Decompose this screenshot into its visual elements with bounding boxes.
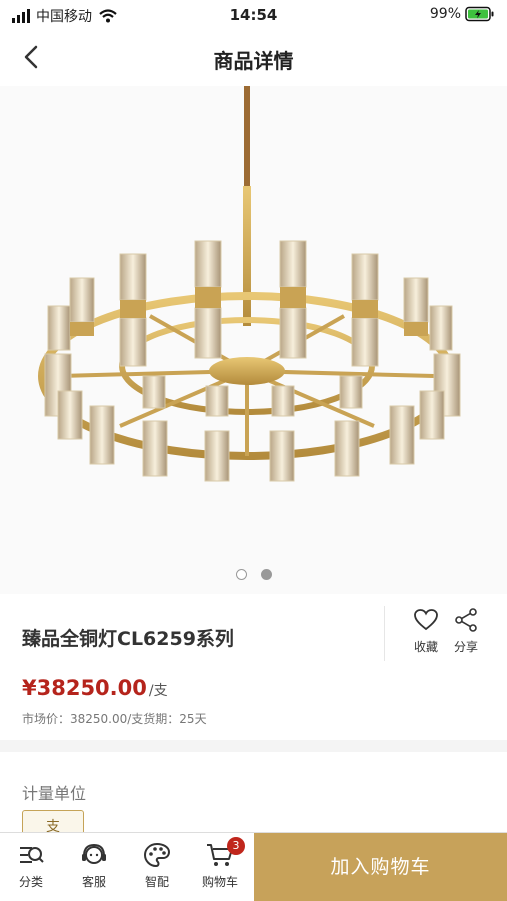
cart-count-badge: 3 [227,837,245,855]
tab-category-label: 分类 [18,875,43,889]
share-icon [455,608,477,632]
product-gallery[interactable] [0,86,507,594]
tab-category[interactable]: 分类 [4,841,58,890]
price-value: ¥38250.00 [22,676,147,700]
tab-smart-match-label: 智配 [144,875,169,889]
palette-icon [143,842,171,868]
price-row: ¥38250.00 /支 [22,676,168,700]
divider [384,606,385,661]
share-button[interactable]: 分享 [446,608,486,655]
gallery-pagination [0,569,507,580]
bottom-action-bar: 分类 客服 智配 购物车 3 加入购物车 [0,832,507,901]
customer-service-icon [82,843,106,864]
pagination-dot-active[interactable] [260,569,272,580]
share-label: 分享 [453,640,478,654]
battery-percent: 99% [429,6,461,22]
tab-customer-service[interactable]: 客服 [67,841,121,890]
tab-cart-label: 购物车 [201,875,238,889]
tab-cart[interactable]: 购物车 3 [193,837,247,890]
category-icon [20,847,44,863]
tab-customer-service-label: 客服 [81,875,106,889]
pagination-dot[interactable] [235,569,247,580]
product-name: 臻品全铜灯CL6259系列 [22,628,234,650]
price-unit: /支 [148,683,168,699]
page-title: 商品详情 [213,49,294,73]
add-to-cart-button[interactable]: 加入购物车 [254,833,507,901]
battery-charging-icon [465,6,494,22]
market-price-delivery: 市场价：38250.00/支货期：25天 [22,712,207,726]
heart-icon [414,609,438,631]
nav-bar: 商品详情 [0,30,507,86]
product-info: 臻品全铜灯CL6259系列 收藏 分享 ¥38250.00 /支 市场价：382… [0,594,507,740]
status-bar: 中国移动 14:54 99% [0,0,507,30]
unit-label: 计量单位 [22,784,87,803]
tab-smart-match[interactable]: 智配 [130,841,184,890]
favorite-button[interactable]: 收藏 [406,608,446,655]
favorite-label: 收藏 [413,640,438,654]
chandelier-image [38,86,461,482]
